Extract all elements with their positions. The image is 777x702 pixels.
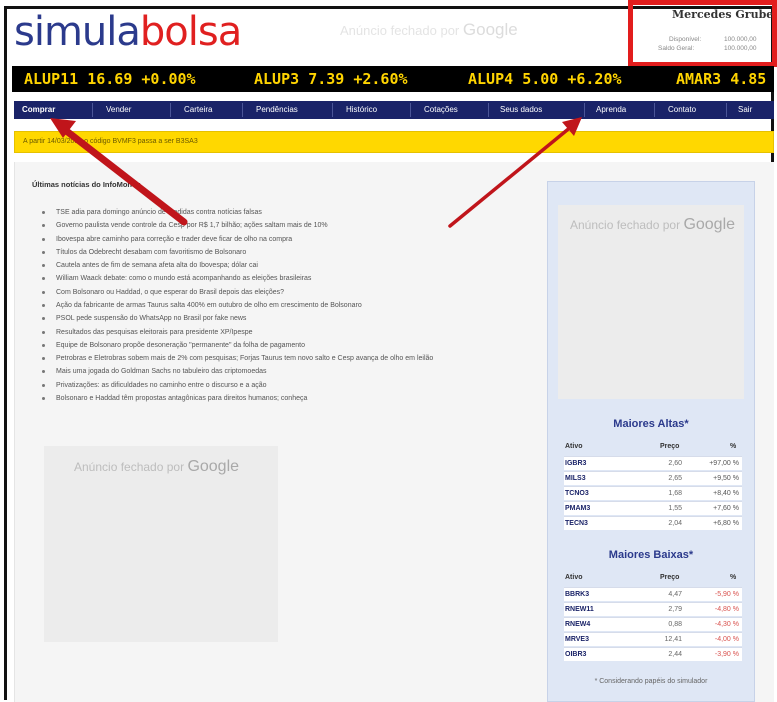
annotation-arrow-aprenda bbox=[448, 124, 574, 228]
annotation-arrow-comprar bbox=[56, 122, 188, 226]
annotation-arrows bbox=[50, 117, 582, 228]
